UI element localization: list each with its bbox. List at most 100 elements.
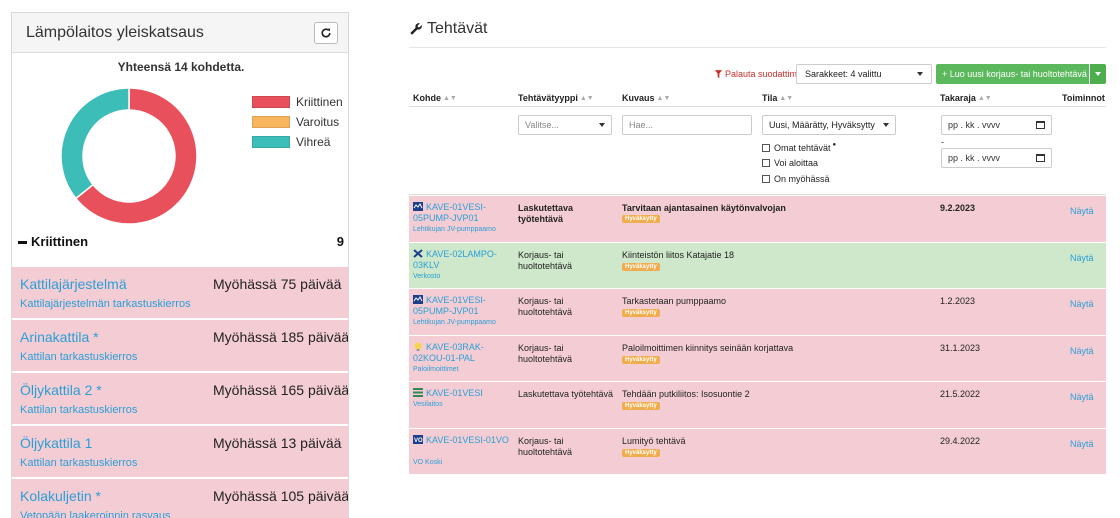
legend-item-critical[interactable]: Kriittinen	[252, 92, 343, 112]
chevron-down-icon	[917, 72, 923, 76]
show-task-link[interactable]: Näytä	[1070, 439, 1094, 449]
critical-item-name[interactable]: Öljykattila 1	[20, 435, 92, 451]
tasks-title-text: Tehtävät	[427, 20, 488, 37]
show-task-link[interactable]: Näytä	[1070, 299, 1094, 309]
task-deadline: 9.2.2023	[940, 203, 976, 213]
is-late-checkbox[interactable]: On myöhässä	[762, 174, 830, 184]
critical-item-task[interactable]: Kattilan tarkastuskierros	[20, 404, 137, 416]
critical-item-task[interactable]: Kattilan tarkastuskierros	[20, 457, 137, 469]
target-code-link[interactable]: KAVE-03RAK-02KOU-01-PAL	[413, 342, 513, 364]
task-deadline: 1.2.2023	[940, 296, 976, 306]
target-name-link[interactable]: Verkosto	[413, 273, 440, 280]
state-filter-select[interactable]: Uusi, Määrätty, Hyväksytty	[762, 115, 896, 135]
target-name-link[interactable]: Vesilaitos	[413, 401, 443, 408]
show-task-link[interactable]: Näytä	[1070, 253, 1094, 263]
column-header-type[interactable]: Tehtävätyyppi ▲▼	[518, 93, 594, 103]
create-task-dropdown-button[interactable]	[1090, 64, 1106, 84]
target-code-link[interactable]: KAVE-01VESI-05PUMP-JVP01	[413, 295, 513, 317]
task-table-body: KAVE-01VESI-05PUMP-JVP01 Lehtikujan JV-pu…	[409, 196, 1106, 475]
checkbox-label: Voi aloittaa	[774, 158, 819, 168]
divider	[409, 194, 1106, 195]
status-badge: Hyväksytty	[622, 215, 660, 223]
status-badge: Hyväksytty	[622, 402, 660, 410]
checkbox-label: Omat tehtävät	[774, 143, 831, 153]
column-header-label: Kohde	[413, 93, 441, 103]
type-filter-placeholder: Valitse...	[525, 120, 559, 130]
target-name-link[interactable]: VO Koski	[413, 459, 442, 466]
columns-select[interactable]: Sarakkeet: 4 valittu	[796, 64, 932, 84]
divider	[409, 106, 1106, 107]
critical-item-task[interactable]: Kattilajärjestelmän tarkastuskierros	[20, 298, 191, 310]
critical-list: Kattilajärjestelmä Myöhässä 75 päivää Ka…	[12, 267, 349, 518]
critical-item-name[interactable]: Arinakattila *	[20, 329, 99, 345]
target-name-link[interactable]: Lehtikujan JV-pumppaamo	[413, 226, 496, 233]
refresh-icon	[321, 27, 331, 38]
filter-icon	[715, 70, 722, 78]
column-header-description[interactable]: Kuvaus ▲▼	[622, 93, 670, 103]
chevron-down-icon	[883, 123, 889, 127]
task-description: Paloilmoittimen kiinnitys seinään korjat…	[622, 342, 794, 353]
column-header-label: Tila	[762, 93, 778, 103]
task-row: KAVE-02LAMPO-03KLV Verkosto Korjaus- tai h…	[409, 242, 1106, 289]
refresh-button[interactable]	[314, 21, 338, 44]
collapse-icon	[18, 240, 27, 244]
deadline-to-input[interactable]: pp . kk . vvvv	[941, 148, 1052, 168]
critical-section-title: Kriittinen	[31, 233, 89, 249]
legend-swatch	[252, 116, 290, 128]
critical-item: Kattilajärjestelmä Myöhässä 75 päivää Ka…	[12, 267, 348, 320]
task-type: Laskutettava työtehtävä	[518, 389, 614, 399]
divider	[409, 47, 1106, 48]
column-header-deadline[interactable]: Takaraja ▲▼	[940, 93, 992, 103]
task-description: Kiinteistön liitos Katajatie 18	[622, 249, 735, 260]
column-header-label: Toiminnot	[1062, 93, 1105, 103]
column-header-label: Kuvaus	[622, 93, 655, 103]
deadline-from-input[interactable]: pp . kk . vvvv	[941, 115, 1052, 135]
target-code-link[interactable]: KAVE-02LAMPO-03KLV	[413, 249, 513, 271]
legend-swatch	[252, 136, 290, 148]
own-tasks-checkbox[interactable]: Omat tehtävät ●	[762, 142, 836, 153]
reset-filters-link[interactable]: Palauta suodattimet	[715, 69, 805, 79]
column-header-state[interactable]: Tila ▲▼	[762, 93, 793, 103]
description-search-input[interactable]: Hae...	[622, 115, 752, 135]
critical-item-name[interactable]: Kolakuljetin *	[20, 488, 101, 504]
checkbox-box	[762, 159, 770, 167]
critical-item-delay: Myöhässä 105 päivää	[213, 488, 349, 504]
target-name-link[interactable]: Paloilmoittimet	[413, 366, 459, 373]
show-task-link[interactable]: Näytä	[1070, 392, 1094, 402]
status-badge: Hyväksytty	[622, 448, 660, 457]
critical-item-task[interactable]: Kattilan tarkastuskierros	[20, 351, 137, 363]
create-task-button[interactable]: + Luo uusi korjaus- tai huoltotehtävä	[936, 64, 1089, 84]
critical-item-name[interactable]: Öljykattila 2 *	[20, 382, 102, 398]
show-task-link[interactable]: Näytä	[1070, 346, 1094, 356]
calendar-icon[interactable]	[1036, 154, 1045, 162]
show-task-link[interactable]: Näytä	[1070, 206, 1094, 216]
target-code-link[interactable]: KAVE-01VESI-01VO	[413, 435, 513, 446]
can-start-checkbox[interactable]: Voi aloittaa	[762, 158, 818, 168]
sort-icon: ▲▼	[656, 94, 671, 102]
task-row: KAVE-01VESI Vesilaitos Laskutettava työteh…	[409, 382, 1106, 429]
column-header-kohde[interactable]: Kohde ▲▼	[413, 93, 457, 103]
legend-swatch	[252, 96, 290, 108]
critical-count: 9	[336, 233, 344, 249]
target-name-link[interactable]: Lehtikujan JV-pumppaamo	[413, 319, 496, 326]
task-description: Tarkastetaan pumppaamo	[622, 296, 727, 306]
critical-item-task[interactable]: Vetopään laakeroinnin rasvaus	[20, 510, 170, 518]
overview-header: Lämpölaitos yleiskatsaus	[12, 13, 348, 53]
type-filter-select[interactable]: Valitse...	[518, 115, 612, 135]
critical-item-name[interactable]: Kattilajärjestelmä	[20, 276, 127, 292]
donut-slice-vihreä[interactable]	[60, 87, 130, 200]
checkbox-label: On myöhässä	[774, 174, 830, 184]
task-description: Tehdään putkiliitos: Isosuontie 2	[622, 389, 750, 399]
legend-item-warning[interactable]: Varoitus	[252, 112, 343, 132]
target-code-link[interactable]: KAVE-01VESI-05PUMP-JVP01	[413, 202, 513, 224]
legend-item-green[interactable]: Vihreä	[252, 132, 343, 152]
target-code-link[interactable]: KAVE-01VESI	[413, 388, 513, 399]
sort-icon: ▲▼	[579, 94, 594, 102]
task-row: KAVE-01VESI-05PUMP-JVP01 Lehtikujan JV-pu…	[409, 196, 1106, 243]
critical-item-delay: Myöhässä 185 päivää	[213, 329, 349, 345]
critical-section-header[interactable]: Kriittinen 9	[18, 231, 344, 251]
calendar-icon[interactable]	[1036, 121, 1045, 129]
task-type: Korjaus- tai huoltotehtävä	[518, 435, 573, 457]
app: Lämpölaitos yleiskatsaus Yhteensä 14 koh…	[0, 0, 1120, 518]
legend-label: Varoitus	[296, 115, 340, 129]
